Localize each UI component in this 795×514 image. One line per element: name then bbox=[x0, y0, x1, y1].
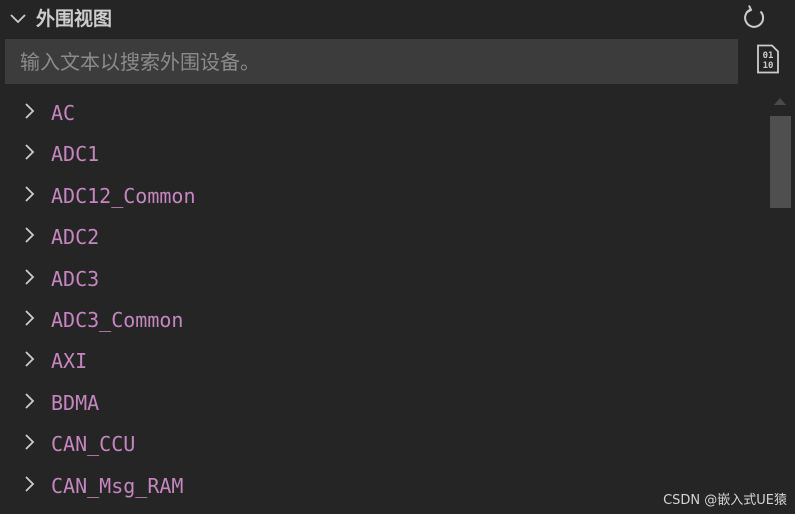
chevron-right-icon[interactable] bbox=[20, 183, 38, 205]
tree-item[interactable]: ADC1 bbox=[0, 133, 768, 174]
chevron-right-icon[interactable] bbox=[20, 224, 38, 246]
tree-item[interactable]: ADC2 bbox=[0, 216, 768, 257]
vertical-scrollbar[interactable] bbox=[768, 92, 795, 514]
chevron-right-icon[interactable] bbox=[20, 266, 38, 288]
tree-item-label: BDMA bbox=[51, 390, 100, 415]
search-box bbox=[5, 39, 738, 84]
watermark: CSDN @嵌入式UE猿 bbox=[663, 493, 787, 508]
peripheral-view-panel: 外围视图 01 10 AC ADC1 ADC12_Common ADC2 ADC3 ADC… bbox=[0, 0, 795, 514]
svg-text:01: 01 bbox=[763, 51, 774, 61]
tree-item[interactable]: CAN_CCU bbox=[0, 423, 768, 464]
chevron-right-icon[interactable] bbox=[20, 100, 38, 122]
tree-item-label: ADC1 bbox=[51, 142, 100, 167]
tree-item[interactable]: ADC3 bbox=[0, 258, 768, 299]
binary-file-icon[interactable]: 01 10 bbox=[754, 44, 782, 74]
chevron-right-icon[interactable] bbox=[20, 390, 38, 412]
chevron-right-icon[interactable] bbox=[20, 431, 38, 453]
tree-item-label: ADC2 bbox=[51, 225, 100, 250]
panel-header: 外围视图 bbox=[0, 0, 795, 36]
tree-item-label: CAN_CCU bbox=[51, 432, 136, 457]
chevron-right-icon[interactable] bbox=[20, 348, 38, 370]
chevron-right-icon[interactable] bbox=[20, 473, 38, 495]
tree-item-label: ADC3_Common bbox=[51, 307, 184, 332]
tree-item[interactable]: ADC12_Common bbox=[0, 175, 768, 216]
tree-item[interactable]: ADC3_Common bbox=[0, 299, 768, 340]
tree-item-label: CAN_Msg_RAM bbox=[51, 473, 184, 498]
peripheral-tree: AC ADC1 ADC12_Common ADC2 ADC3 ADC3_Common AXI… bbox=[0, 92, 768, 514]
tree-item[interactable]: AXI bbox=[0, 340, 768, 381]
tree-item-label: AC bbox=[51, 101, 76, 125]
tree-item-label: ADC12_Common bbox=[51, 183, 196, 208]
tree-item-label: AXI bbox=[51, 349, 88, 374]
chevron-right-icon[interactable] bbox=[20, 307, 38, 329]
tree-item[interactable]: BDMA bbox=[0, 382, 768, 423]
refresh-icon[interactable] bbox=[740, 4, 768, 32]
scroll-up-arrow-icon[interactable] bbox=[774, 98, 786, 105]
svg-text:10: 10 bbox=[763, 61, 774, 71]
panel-title[interactable]: 外围视图 bbox=[36, 6, 112, 32]
chevron-right-icon[interactable] bbox=[20, 141, 38, 163]
tree-item-label: ADC3 bbox=[51, 266, 100, 291]
chevron-down-icon[interactable] bbox=[8, 8, 28, 28]
scrollbar-thumb[interactable] bbox=[770, 116, 791, 208]
tree-item[interactable]: CAN_Msg_RAM bbox=[0, 465, 768, 506]
tree-item[interactable]: AC bbox=[0, 92, 768, 133]
search-input[interactable] bbox=[5, 39, 738, 84]
